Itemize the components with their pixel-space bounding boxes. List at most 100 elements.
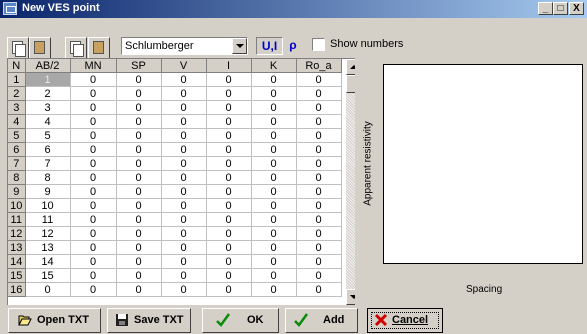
grid-cell[interactable]: 0 (116, 128, 162, 143)
grid-cell[interactable]: 0 (296, 114, 342, 129)
grid-cell[interactable]: 1 (25, 72, 71, 87)
grid-cell[interactable]: 0 (161, 114, 207, 129)
grid-cell[interactable]: 0 (206, 254, 252, 269)
grid-cell[interactable]: 0 (161, 128, 207, 143)
grid-cell[interactable]: 0 (206, 142, 252, 157)
table-row[interactable]: 66000000 (8, 142, 342, 157)
grid-cell[interactable]: 0 (161, 72, 207, 87)
grid-cell[interactable]: 0 (116, 226, 162, 241)
grid-cell[interactable]: 0 (161, 184, 207, 199)
table-row[interactable]: 44000000 (8, 114, 342, 129)
grid-cell[interactable]: 0 (296, 282, 342, 297)
grid-cell[interactable]: 0 (296, 184, 342, 199)
grid-cell[interactable]: 0 (70, 86, 117, 101)
grid-cell[interactable]: 0 (206, 212, 252, 227)
grid-cell[interactable]: 0 (206, 86, 252, 101)
grid-cell[interactable]: 0 (206, 100, 252, 115)
mode-ui-toggle[interactable]: U,I (256, 37, 283, 55)
save-txt-button[interactable]: Save TXT (107, 308, 191, 333)
grid-cell[interactable]: 0 (296, 156, 342, 171)
grid-cell[interactable]: 0 (206, 226, 252, 241)
grid-cell[interactable]: 0 (251, 114, 297, 129)
show-numbers-checkbox[interactable] (312, 38, 325, 51)
grid-cell[interactable]: 0 (296, 72, 342, 87)
grid-cell[interactable]: 0 (70, 100, 117, 115)
grid-cell[interactable]: 0 (161, 100, 207, 115)
grid-cell[interactable]: 0 (70, 128, 117, 143)
grid-cell[interactable]: 0 (296, 170, 342, 185)
table-row[interactable]: 13 13 0 0 0 0 0 0 (8, 240, 342, 255)
grid-cell[interactable]: 0 (116, 86, 162, 101)
copy-table-button[interactable] (65, 37, 87, 59)
grid-cell[interactable]: 0 (25, 282, 71, 297)
grid-cell[interactable]: 0 (206, 240, 252, 255)
grid-cell[interactable]: 6 (25, 142, 71, 157)
grid-cell[interactable]: 0 (70, 156, 117, 171)
ok-button[interactable]: OK (202, 308, 279, 333)
grid-cell[interactable]: 0 (70, 268, 117, 283)
grid-cell[interactable]: 0 (70, 184, 117, 199)
grid-cell[interactable]: 0 (296, 198, 342, 213)
grid-cell[interactable]: 8 (25, 170, 71, 185)
grid-cell[interactable]: 0 (206, 184, 252, 199)
grid-cell[interactable]: 12 (25, 226, 71, 241)
grid-cell[interactable]: 0 (161, 282, 207, 297)
grid-cell[interactable]: 0 (161, 156, 207, 171)
table-row[interactable]: 88000000 (8, 170, 342, 185)
table-row[interactable]: 11 11 0 0 0 0 0 0 (8, 212, 342, 227)
grid-cell[interactable]: 0 (251, 226, 297, 241)
grid-cell[interactable]: 0 (161, 86, 207, 101)
grid-cell[interactable]: 0 (70, 254, 117, 269)
grid-cell[interactable]: 4 (25, 114, 71, 129)
table-row[interactable]: 22000000 (8, 86, 342, 101)
grid-cell[interactable]: 0 (70, 142, 117, 157)
grid-cell[interactable]: 0 (116, 254, 162, 269)
grid-cell[interactable]: 0 (296, 268, 342, 283)
grid-cell[interactable]: 0 (70, 198, 117, 213)
grid-cell[interactable]: 0 (161, 170, 207, 185)
copy-button[interactable] (7, 37, 29, 59)
close-button[interactable]: X (569, 2, 584, 15)
grid-cell[interactable]: 0 (251, 212, 297, 227)
grid-cell[interactable]: 2 (25, 86, 71, 101)
grid-cell[interactable]: 0 (251, 184, 297, 199)
table-row[interactable]: 14 14 0 0 0 0 0 0 (8, 254, 342, 269)
grid-cell[interactable]: 7 (25, 156, 71, 171)
table-row[interactable]: 77000000 (8, 156, 342, 171)
grid-cell[interactable]: 0 (116, 212, 162, 227)
grid-cell[interactable]: 0 (70, 226, 117, 241)
grid-cell[interactable]: 0 (251, 170, 297, 185)
grid-cell[interactable]: 0 (116, 198, 162, 213)
grid-cell[interactable]: 0 (116, 114, 162, 129)
grid-cell[interactable]: 9 (25, 184, 71, 199)
paste-table-button[interactable] (88, 37, 110, 59)
table-row[interactable]: 10 10 0 0 0 0 0 0 (8, 198, 342, 213)
grid-cell[interactable]: 0 (206, 114, 252, 129)
grid-cell[interactable]: 0 (116, 282, 162, 297)
table-row[interactable]: 16 0 0 0 0 0 0 0 (8, 282, 342, 297)
grid-cell[interactable]: 0 (296, 142, 342, 157)
grid-cell[interactable]: 0 (70, 212, 117, 227)
grid-cell[interactable]: 0 (251, 86, 297, 101)
grid-cell[interactable]: 0 (251, 72, 297, 87)
grid-cell[interactable]: 0 (206, 282, 252, 297)
grid-cell[interactable]: 0 (70, 114, 117, 129)
scroll-up-icon[interactable] (346, 59, 355, 75)
grid-cell[interactable]: 0 (161, 142, 207, 157)
add-button[interactable]: Add (285, 308, 358, 333)
grid-cell[interactable]: 0 (206, 170, 252, 185)
chevron-down-icon[interactable] (232, 38, 247, 54)
scroll-down-icon[interactable] (346, 289, 355, 305)
grid-cell[interactable]: 0 (251, 198, 297, 213)
open-txt-button[interactable]: Open TXT (8, 308, 101, 333)
grid-cell[interactable]: 0 (296, 226, 342, 241)
grid-cell[interactable]: 0 (296, 254, 342, 269)
scroll-thumb[interactable] (346, 75, 355, 93)
grid-cell[interactable]: 0 (161, 226, 207, 241)
grid-cell[interactable]: 0 (161, 268, 207, 283)
title-bar[interactable]: New VES point _ □ X (0, 0, 587, 18)
grid-cell[interactable]: 0 (116, 184, 162, 199)
grid-cell[interactable]: 14 (25, 254, 71, 269)
grid-cell[interactable]: 0 (251, 282, 297, 297)
table-row[interactable]: 15 15 0 0 0 0 0 0 (8, 268, 342, 283)
